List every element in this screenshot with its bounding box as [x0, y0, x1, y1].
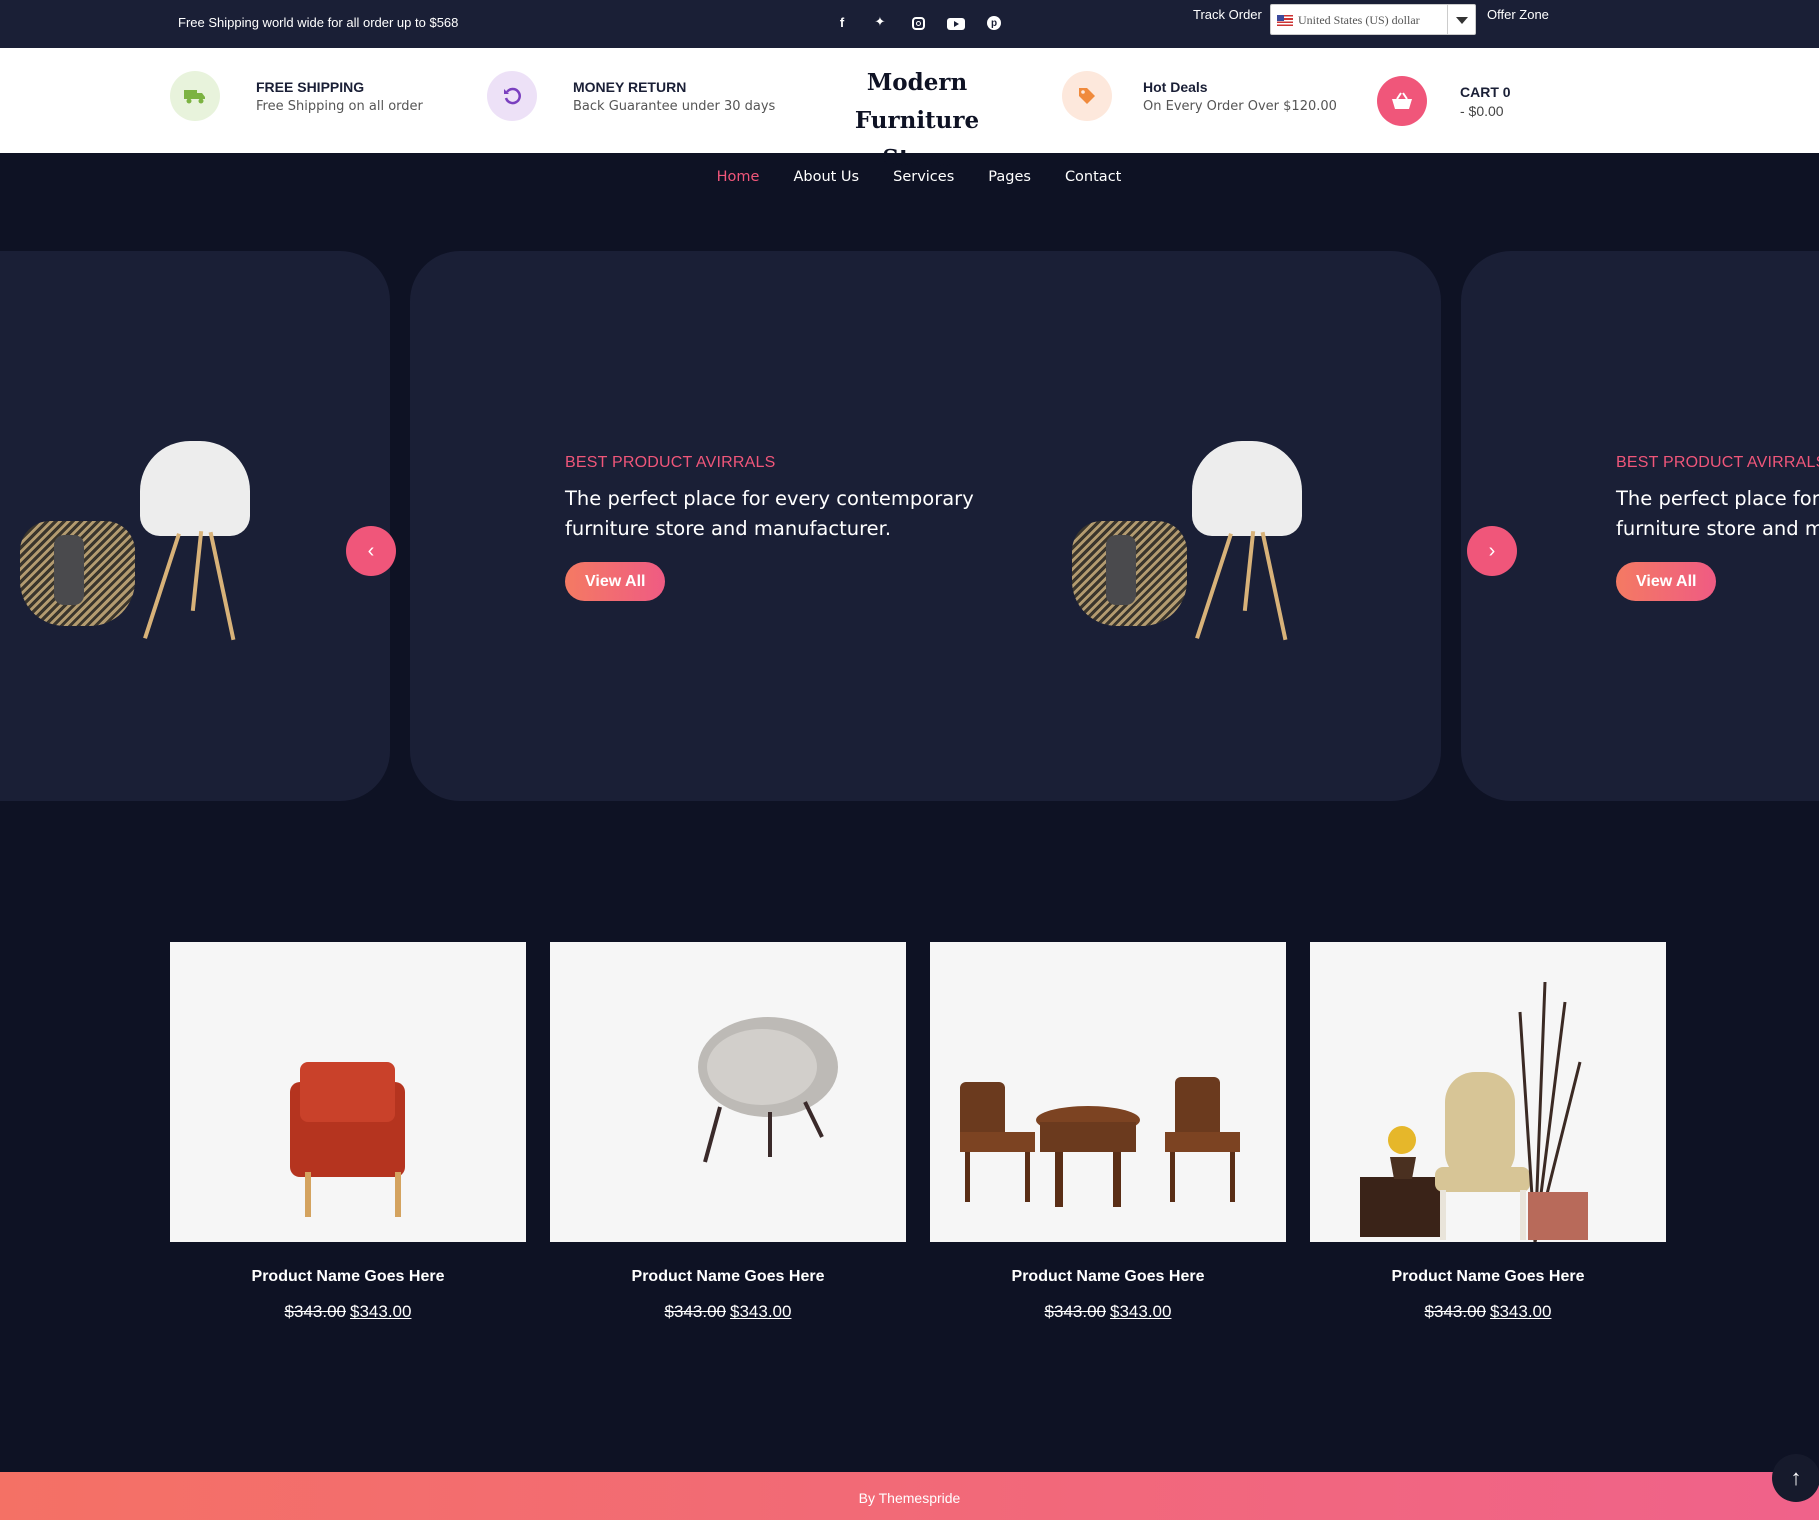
cart-total: - $0.00: [1460, 102, 1504, 119]
info-header: FREE SHIPPING Free Shipping on all order…: [0, 48, 1819, 172]
footer: By Themespride: [0, 1472, 1819, 1520]
chevron-left-icon: ‹: [367, 539, 375, 562]
hero-subtitle: BEST PRODUCT AVIRRALS: [1616, 454, 1819, 471]
us-flag-icon: [1277, 15, 1293, 26]
hero-text: BEST PRODUCT AVIRRALS The perfect place …: [565, 454, 985, 601]
product-price: $343.00 $343.00: [550, 1302, 906, 1322]
undo-icon: [487, 71, 537, 121]
pinterest-icon[interactable]: p: [984, 13, 1004, 31]
current-price[interactable]: $343.00: [730, 1302, 791, 1321]
hero-title: The perfect place for every contemporary…: [565, 487, 974, 540]
back-to-top-button[interactable]: ↑: [1772, 1454, 1819, 1502]
currency-select[interactable]: United States (US) dollar: [1270, 4, 1476, 35]
current-price[interactable]: $343.00: [1110, 1302, 1171, 1321]
feature-hot-deals: Hot Deals On Every Order Over $120.00: [1062, 71, 1337, 121]
chevron-down-icon[interactable]: [1447, 5, 1475, 34]
slide-image: [1072, 441, 1312, 651]
youtube-icon[interactable]: [946, 13, 966, 31]
product-image[interactable]: [1310, 942, 1666, 1243]
feature-title: Hot Deals: [1143, 78, 1208, 95]
feature-subtitle: Back Guarantee under 30 days: [573, 98, 776, 114]
product-name[interactable]: Product Name Goes Here: [1310, 1268, 1666, 1286]
old-price: $343.00: [664, 1302, 726, 1321]
cart-count: CART 0: [1460, 83, 1511, 100]
instagram-icon[interactable]: [908, 13, 928, 31]
facebook-icon[interactable]: f: [832, 13, 852, 31]
brand-line-2: Furniture Store: [854, 107, 980, 172]
product-card[interactable]: Product Name Goes Here $343.00 $343.00: [1310, 942, 1666, 1322]
feature-title: MONEY RETURN: [573, 78, 687, 95]
hero-subtitle: BEST PRODUCT AVIRRALS: [565, 454, 776, 471]
nav-home[interactable]: Home: [717, 169, 760, 185]
truck-icon: [170, 71, 220, 121]
current-price[interactable]: $343.00: [350, 1302, 411, 1321]
feature-title: FREE SHIPPING: [256, 78, 365, 95]
offer-zone-link[interactable]: Offer Zone: [1487, 7, 1549, 22]
nav-about[interactable]: About Us: [793, 169, 859, 185]
currency-selected: United States (US) dollar: [1298, 13, 1420, 27]
product-price: $343.00 $343.00: [170, 1302, 526, 1322]
product-name[interactable]: Product Name Goes Here: [930, 1268, 1286, 1286]
brand-line-1: Modern: [866, 69, 968, 96]
slider-prev-button[interactable]: ‹: [346, 526, 396, 576]
slide-next: BEST PRODUCT AVIRRALS The perfect place …: [1461, 251, 1819, 801]
product-card[interactable]: Product Name Goes Here $343.00 $343.00: [930, 942, 1286, 1322]
hero-text: BEST PRODUCT AVIRRALS The perfect place …: [1616, 454, 1819, 601]
product-image[interactable]: [550, 942, 906, 1242]
tag-icon: [1062, 71, 1112, 121]
feature-subtitle: On Every Order Over $120.00: [1143, 98, 1337, 114]
nav-services[interactable]: Services: [893, 169, 954, 185]
view-all-button[interactable]: View All: [565, 562, 666, 601]
slider-next-button[interactable]: ›: [1467, 526, 1517, 576]
nav-contact[interactable]: Contact: [1065, 169, 1121, 185]
basket-icon[interactable]: [1377, 76, 1427, 126]
product-card[interactable]: Product Name Goes Here $343.00 $343.00: [550, 942, 906, 1322]
twitter-icon[interactable]: ✦: [870, 13, 890, 31]
chevron-right-icon: ›: [1488, 539, 1496, 562]
social-links: f ✦ p: [832, 13, 1004, 31]
slide-current: BEST PRODUCT AVIRRALS The perfect place …: [410, 251, 1441, 801]
main-nav: Home About Us Services Pages Contact: [0, 169, 1819, 185]
shipping-notice: Free Shipping world wide for all order u…: [178, 15, 459, 30]
top-bar: Free Shipping world wide for all order u…: [0, 0, 1819, 48]
product-card[interactable]: Product Name Goes Here $343.00 $343.00: [170, 942, 526, 1322]
slide-image: [20, 441, 260, 651]
hero-title: The perfect place for every contemporary…: [1616, 487, 1819, 540]
feature-money-return: MONEY RETURN Back Guarantee under 30 day…: [487, 71, 775, 121]
feature-free-shipping: FREE SHIPPING Free Shipping on all order: [170, 71, 423, 121]
site-logo[interactable]: Modern Furniture Store: [817, 64, 1017, 178]
track-order-link[interactable]: Track Order: [1193, 7, 1262, 22]
product-image[interactable]: [170, 942, 526, 1242]
slide-previous: [0, 251, 390, 801]
arrow-up-icon: ↑: [1790, 1465, 1802, 1490]
product-name[interactable]: Product Name Goes Here: [170, 1268, 526, 1286]
product-price: $343.00 $343.00: [930, 1302, 1286, 1322]
old-price: $343.00: [284, 1302, 346, 1321]
current-price[interactable]: $343.00: [1490, 1302, 1551, 1321]
nav-pages[interactable]: Pages: [988, 169, 1031, 185]
feature-subtitle: Free Shipping on all order: [256, 98, 423, 114]
product-name[interactable]: Product Name Goes Here: [550, 1268, 906, 1286]
cart-widget[interactable]: CART 0 - $0.00: [1377, 76, 1511, 126]
product-price: $343.00 $343.00: [1310, 1302, 1666, 1322]
old-price: $343.00: [1424, 1302, 1486, 1321]
product-image[interactable]: [930, 942, 1286, 1242]
old-price: $343.00: [1044, 1302, 1106, 1321]
view-all-button[interactable]: View All: [1616, 562, 1717, 601]
footer-credit[interactable]: By Themespride: [859, 1490, 961, 1506]
